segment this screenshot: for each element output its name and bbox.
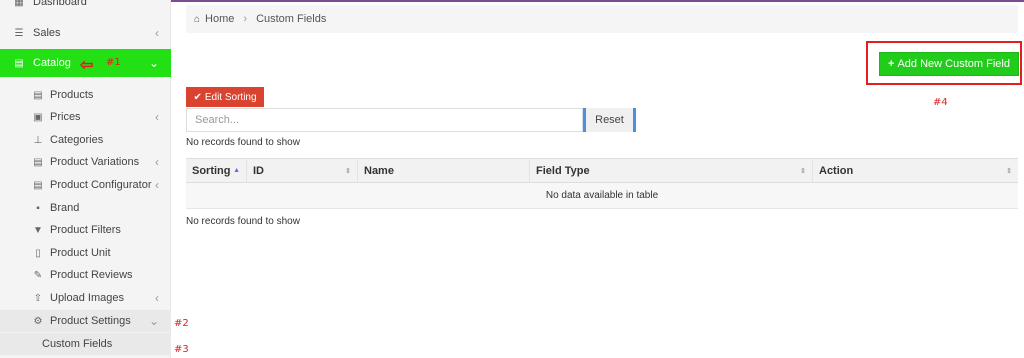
plus-icon: +	[888, 58, 895, 70]
dashboard-icon: ▦	[14, 0, 24, 8]
sidebar: ▦ Dashboard ☰ Sales ‹ ▤ Catalog ⌄ ▤ Prod…	[0, 0, 171, 358]
column-name[interactable]: Name	[358, 159, 530, 182]
sidebar-item-products[interactable]: ▤ Products	[0, 84, 171, 106]
sidebar-item-product-configurator[interactable]: ▤ Product Configurator ‹	[0, 174, 171, 196]
chevron-right-icon: ›	[243, 13, 248, 25]
sidebar-item-product-filters[interactable]: ▼ Product Filters	[0, 219, 171, 241]
chevron-left-icon: ‹	[155, 291, 159, 305]
sidebar-item-product-reviews[interactable]: ✎ Product Reviews	[0, 264, 171, 286]
check-icon: ✔	[193, 91, 202, 103]
sort-asc-icon: ▲	[233, 167, 240, 174]
list-icon: ▤	[33, 89, 43, 101]
money-icon: ▣	[33, 111, 43, 123]
sidebar-item-categories[interactable]: ⊥ Categories	[0, 129, 171, 151]
list-icon: ▤	[33, 156, 43, 168]
sidebar-item-sales[interactable]: ☰ Sales ‹	[0, 19, 171, 47]
sidebar-item-brand[interactable]: ▪ Brand	[0, 197, 171, 219]
annotation-2: #2	[174, 318, 189, 329]
column-id[interactable]: ID ⇕	[247, 159, 358, 182]
sort-icon: ⇕	[800, 167, 806, 175]
chevron-left-icon: ‹	[155, 155, 159, 169]
column-field-type[interactable]: Field Type ⇕	[530, 159, 813, 182]
column-action[interactable]: Action ⇕	[813, 159, 1018, 182]
home-icon: ⌂	[194, 13, 201, 25]
custom-fields-table: Sorting ▲ ID ⇕ Name Field Type ⇕ Action …	[186, 158, 1018, 209]
annotation-3: #3	[174, 344, 189, 355]
chevron-left-icon: ‹	[155, 110, 159, 124]
annotation-1: #1	[106, 57, 121, 68]
sort-icon: ⇕	[345, 167, 351, 175]
edit-sorting-button[interactable]: ✔ Edit Sorting	[186, 87, 264, 107]
chevron-left-icon: ‹	[155, 26, 159, 40]
arrow-left-icon: ⇦	[80, 57, 94, 74]
sales-icon: ☰	[14, 27, 24, 39]
sidebar-item-prices[interactable]: ▣ Prices ‹	[0, 106, 171, 128]
reset-button[interactable]: Reset	[583, 108, 636, 132]
sidebar-item-product-variations[interactable]: ▤ Product Variations ‹	[0, 151, 171, 173]
filter-icon: ▼	[33, 224, 43, 236]
chevron-left-icon: ‹	[155, 178, 159, 192]
sort-icon: ⇕	[1006, 167, 1012, 175]
chevron-down-icon: ⌄	[148, 56, 159, 70]
sidebar-item-dashboard[interactable]: ▦ Dashboard	[0, 0, 171, 16]
breadcrumb-home[interactable]: Home	[205, 13, 234, 25]
sidebar-item-product-settings[interactable]: ⚙ Product Settings ⌄	[0, 310, 171, 332]
gift-icon: ▪	[36, 202, 40, 214]
list-icon: ▤	[33, 179, 43, 191]
search-input[interactable]: Search...	[186, 108, 583, 132]
sidebar-item-custom-fields[interactable]: Custom Fields	[0, 333, 171, 355]
table-header: Sorting ▲ ID ⇕ Name Field Type ⇕ Action …	[186, 158, 1018, 183]
table-empty-row: No data available in table	[186, 183, 1018, 209]
no-records-top: No records found to show	[186, 137, 300, 148]
edit-icon: ✎	[33, 269, 43, 281]
unit-icon: ▯	[35, 247, 41, 259]
column-sorting[interactable]: Sorting ▲	[186, 159, 247, 182]
sidebar-item-upload-images[interactable]: ⇧ Upload Images ‹	[0, 287, 171, 309]
chevron-down-icon: ⌄	[148, 314, 159, 328]
gear-icon: ⚙	[33, 315, 43, 327]
catalog-icon: ▤	[14, 57, 24, 69]
add-new-custom-field-button[interactable]: + Add New Custom Field	[879, 52, 1019, 76]
no-records-bottom: No records found to show	[186, 216, 300, 227]
upload-icon: ⇧	[33, 292, 43, 304]
breadcrumb: ⌂ Home › Custom Fields	[186, 5, 1018, 33]
breadcrumb-current: Custom Fields	[256, 13, 327, 25]
sitemap-icon: ⊥	[33, 134, 43, 146]
sidebar-item-product-unit[interactable]: ▯ Product Unit	[0, 242, 171, 264]
annotation-4: #4	[933, 97, 948, 108]
